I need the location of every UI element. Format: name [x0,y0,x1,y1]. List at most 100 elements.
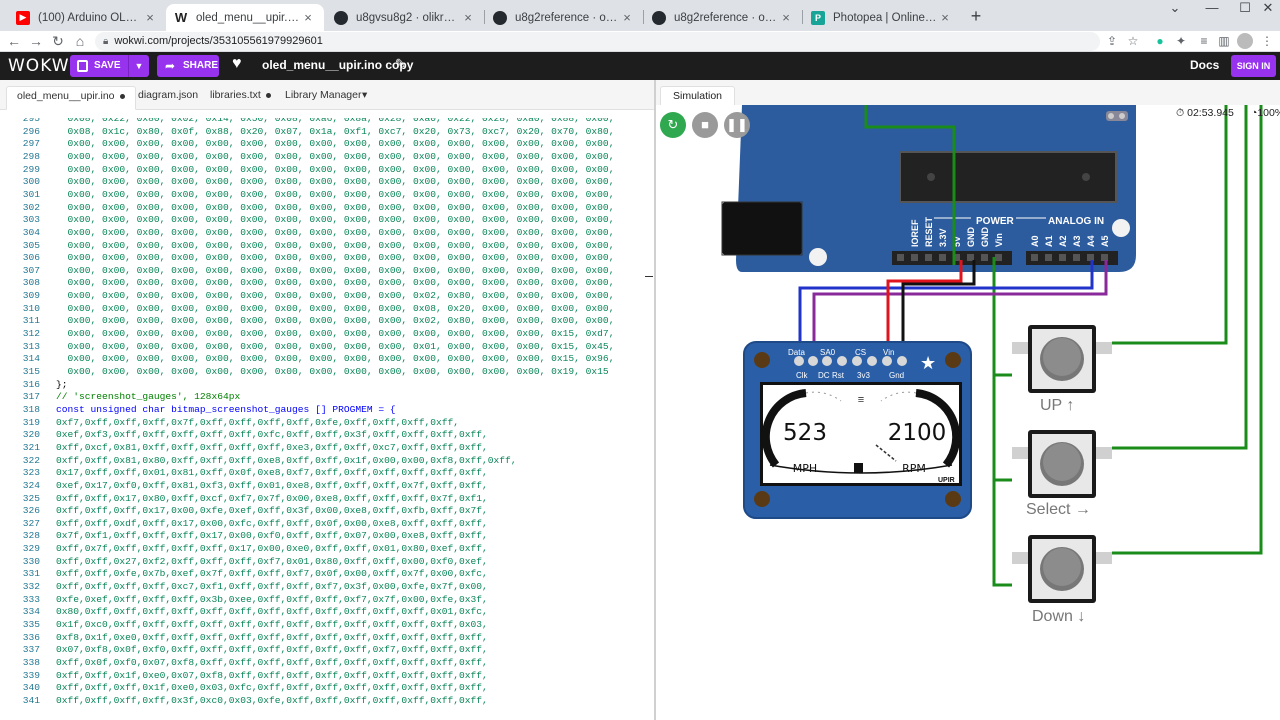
code-line[interactable]: 301 0x00, 0x00, 0x00, 0x00, 0x00, 0x00, … [0,189,654,202]
tab-oled-menu-ino[interactable]: oled_menu__upir.ino [6,86,136,110]
code-line[interactable]: 307 0x00, 0x00, 0x00, 0x00, 0x00, 0x00, … [0,265,654,278]
code-line[interactable]: 327 0xff,0xff,0xdf,0xff,0x17,0x00,0xfc,0x… [0,518,654,531]
code-line[interactable]: 335 0x1f,0xc0,0xff,0xff,0xff,0xff,0xff,0x… [0,619,654,632]
close-icon[interactable]: × [619,10,635,25]
reload-icon[interactable]: ↻ [47,31,69,52]
code-line[interactable]: 308 0x00, 0x00, 0x00, 0x00, 0x00, 0x00, … [0,277,654,290]
code-line[interactable]: 312 0x00, 0x00, 0x00, 0x00, 0x00, 0x00, … [0,328,654,341]
home-icon[interactable]: ⌂ [69,31,91,52]
extensions-icon[interactable]: ✦ [1173,33,1189,49]
button-up[interactable] [1012,325,1112,393]
editor-tabs-dropdown-icon[interactable]: ▾ [352,86,377,110]
grammarly-icon[interactable]: ● [1152,33,1168,49]
code-line[interactable]: 328 0x7f,0xf1,0xff,0xff,0xff,0x17,0x00,0x… [0,530,654,543]
code-line[interactable]: 321 0xff,0xcf,0x81,0xff,0xff,0xff,0xff,0x… [0,442,654,455]
reading-list-icon[interactable]: ≡ [1196,33,1212,49]
code-line[interactable]: 309 0x00, 0x00, 0x00, 0x00, 0x00, 0x00, … [0,290,654,303]
code-line[interactable]: 310 0x00, 0x00, 0x00, 0x00, 0x00, 0x00, … [0,303,654,316]
restart-simulation-button[interactable]: ↻ [660,112,686,138]
code-editor[interactable]: 295 0x08, 0x22, 0x80, 0x02, 0x14, 0x50, … [0,118,654,720]
code-line[interactable]: 337 0x07,0xf8,0x0f,0xf0,0xff,0xff,0xff,0x… [0,644,654,657]
browser-tab[interactable]: u8g2reference · olikraus/u8g2 W × [485,4,643,31]
close-icon[interactable]: × [460,10,476,25]
save-dropdown-button[interactable]: ▼ [128,55,149,77]
button-down[interactable] [1012,535,1112,603]
code-line[interactable]: 325 0xff,0xff,0x17,0x80,0xff,0xcf,0xf7,0x… [0,493,654,506]
profile-avatar[interactable] [1237,33,1253,49]
new-tab-button[interactable]: + [966,6,986,26]
analog-pin-label: A2 [1058,235,1068,247]
wokwi-logo[interactable]: WOKWi [8,56,75,76]
forward-icon[interactable]: → [25,31,47,52]
code-line[interactable]: 333 0xfe,0xef,0xff,0xff,0xff,0x3b,0xee,0x… [0,594,654,607]
code-line[interactable]: 315 0x00, 0x00, 0x00, 0x00, 0x00, 0x00, … [0,366,654,379]
code-line[interactable]: 338 0xff,0x0f,0xf0,0x07,0xf8,0xff,0xff,0x… [0,657,654,670]
code-line[interactable]: 318 const unsigned char bitmap_screenshot… [0,404,654,417]
code-line[interactable]: 299 0x00, 0x00, 0x00, 0x00, 0x00, 0x00, … [0,164,654,177]
tab-simulation[interactable]: Simulation [660,86,736,105]
code-line[interactable]: 320 0xef,0xf3,0xff,0xff,0xff,0xff,0xff,0x… [0,429,654,442]
docs-link[interactable]: Docs [1190,58,1219,72]
sidebar-icon[interactable]: ▥ [1216,33,1232,49]
oled-display-module[interactable]: ★ Data SA0 CS Vin Clk DC Rst 3v3 Gnd ≡ 5… [743,341,972,519]
code-line[interactable]: 336 0xf8,0x1f,0xe0,0xff,0xff,0xff,0xff,0x… [0,632,654,645]
code-line[interactable]: 340 0xff,0xff,0xff,0x1f,0xe0,0x03,0xfc,0x… [0,682,654,695]
code-line[interactable]: 313 0x00, 0x00, 0x00, 0x00, 0x00, 0x00, … [0,341,654,354]
tab-diagram-json[interactable]: diagram.json [128,86,208,110]
code-line[interactable]: 323 0x17,0xff,0xff,0x01,0x81,0xff,0x0f,0x… [0,467,654,480]
url-field[interactable]: 🔒︎ wokwi.com/projects/353105561979929601 [95,32,1100,51]
back-icon[interactable]: ← [3,31,25,52]
code-line[interactable]: 332 0xff,0xff,0xff,0xff,0xc7,0xf1,0xff,0x… [0,581,654,594]
code-line[interactable]: 300 0x00, 0x00, 0x00, 0x00, 0x00, 0x00, … [0,176,654,189]
code-line[interactable]: 339 0xff,0xff,0x1f,0xe0,0x07,0xf8,0xff,0x… [0,670,654,683]
browser-tab[interactable]: u8g2reference · olikraus/u8g2 W × [644,4,802,31]
pause-simulation-button[interactable]: ❚❚ [724,112,750,138]
bookmark-star-icon[interactable]: ☆ [1125,33,1141,49]
code-line[interactable]: 314 0x00, 0x00, 0x00, 0x00, 0x00, 0x00, … [0,353,654,366]
code-line[interactable]: 296 0x08, 0x1c, 0x80, 0x0f, 0x88, 0x20, … [0,126,654,139]
close-icon[interactable]: × [937,10,953,25]
code-line[interactable]: 303 0x00, 0x00, 0x00, 0x00, 0x00, 0x00, … [0,214,654,227]
close-icon[interactable]: × [778,10,794,25]
code-line[interactable]: 306 0x00, 0x00, 0x00, 0x00, 0x00, 0x00, … [0,252,654,265]
share-page-icon[interactable]: ⇪ [1104,33,1120,49]
code-line[interactable]: 298 0x00, 0x00, 0x00, 0x00, 0x00, 0x00, … [0,151,654,164]
code-line[interactable]: 319 0xf7,0xff,0xff,0xff,0x7f,0xff,0xff,0x… [0,417,654,430]
code-line[interactable]: 334 0x80,0xff,0xff,0xff,0xff,0xff,0xff,0x… [0,606,654,619]
code-line[interactable]: 297 0x00, 0x00, 0x00, 0x00, 0x00, 0x00, … [0,138,654,151]
save-button[interactable]: SAVE [70,55,128,77]
stop-simulation-button[interactable]: ■ [692,112,718,138]
sign-in-button[interactable]: SIGN IN [1231,55,1276,77]
browser-menu-icon[interactable]: ⋮ [1259,33,1275,49]
close-icon[interactable]: × [300,10,316,25]
button-select[interactable] [1012,430,1112,498]
code-line[interactable]: 341 0xff,0xff,0xff,0xff,0x3f,0xc0,0x03,0x… [0,695,654,708]
code-line[interactable]: 311 0x00, 0x00, 0x00, 0x00, 0x00, 0x00, … [0,315,654,328]
code-line[interactable]: 331 0xff,0xff,0xfe,0x7b,0xef,0x7f,0xff,0x… [0,568,654,581]
code-line[interactable]: 295 0x08, 0x22, 0x80, 0x02, 0x14, 0x50, … [0,118,654,126]
close-window-button[interactable]: ✕ [1256,0,1280,31]
browser-tab-active[interactable]: W oled_menu__upir.ino copy - Wo × [166,4,324,31]
share-button[interactable]: ➦ SHARE [157,55,219,77]
code-line[interactable]: 305 0x00, 0x00, 0x00, 0x00, 0x00, 0x00, … [0,240,654,253]
simulation-canvas[interactable]: IOREF RESET 3.3V 5V GND GND Vin A0 A1 A2 A3 A4 A5 P… [656,105,1280,720]
code-line[interactable]: 326 0xff,0xff,0xff,0x17,0x00,0xfe,0xef,0x… [0,505,654,518]
pin-label: Data [788,348,805,357]
code-line[interactable]: 329 0xff,0x7f,0xff,0xff,0xff,0xff,0x17,0x… [0,543,654,556]
code-line[interactable]: 304 0x00, 0x00, 0x00, 0x00, 0x00, 0x00, … [0,227,654,240]
code-line[interactable]: 317 // 'screenshot_gauges', 128x64px [0,391,654,404]
heart-icon[interactable]: ♥ [232,55,242,73]
code-line[interactable]: 330 0xff,0xff,0x27,0xf2,0xff,0xff,0xff,0x… [0,556,654,569]
code-line[interactable]: 302 0x00, 0x00, 0x00, 0x00, 0x00, 0x00, … [0,202,654,215]
code-line[interactable]: 324 0xef,0x17,0xf0,0xff,0x81,0xf3,0xff,0x… [0,480,654,493]
code-line[interactable]: 316}; [0,379,654,392]
browser-tab[interactable]: ▶ (100) Arduino OLED Menu Tutor × [8,4,166,31]
pencil-icon[interactable]: ✎ [395,56,406,72]
code-text: 0xf7,0xff,0xff,0xff,0x7f,0xff,0xff,0xff,… [56,416,460,428]
arduino-board[interactable]: IOREF RESET 3.3V 5V GND GND Vin A0 A1 A2 A3 A4 A5 P… [721,105,1136,272]
browser-tab[interactable]: P Photopea | Online Photo Editor × [803,4,961,31]
browser-tab[interactable]: u8gvsu8g2 · olikraus/u8g2 Wiki × [326,4,484,31]
code-line[interactable]: 322 0xff,0xff,0x81,0x80,0xff,0xff,0xff,0x… [0,455,654,468]
tab-libraries-txt[interactable]: libraries.txt [200,86,281,110]
close-icon[interactable]: × [142,10,158,25]
